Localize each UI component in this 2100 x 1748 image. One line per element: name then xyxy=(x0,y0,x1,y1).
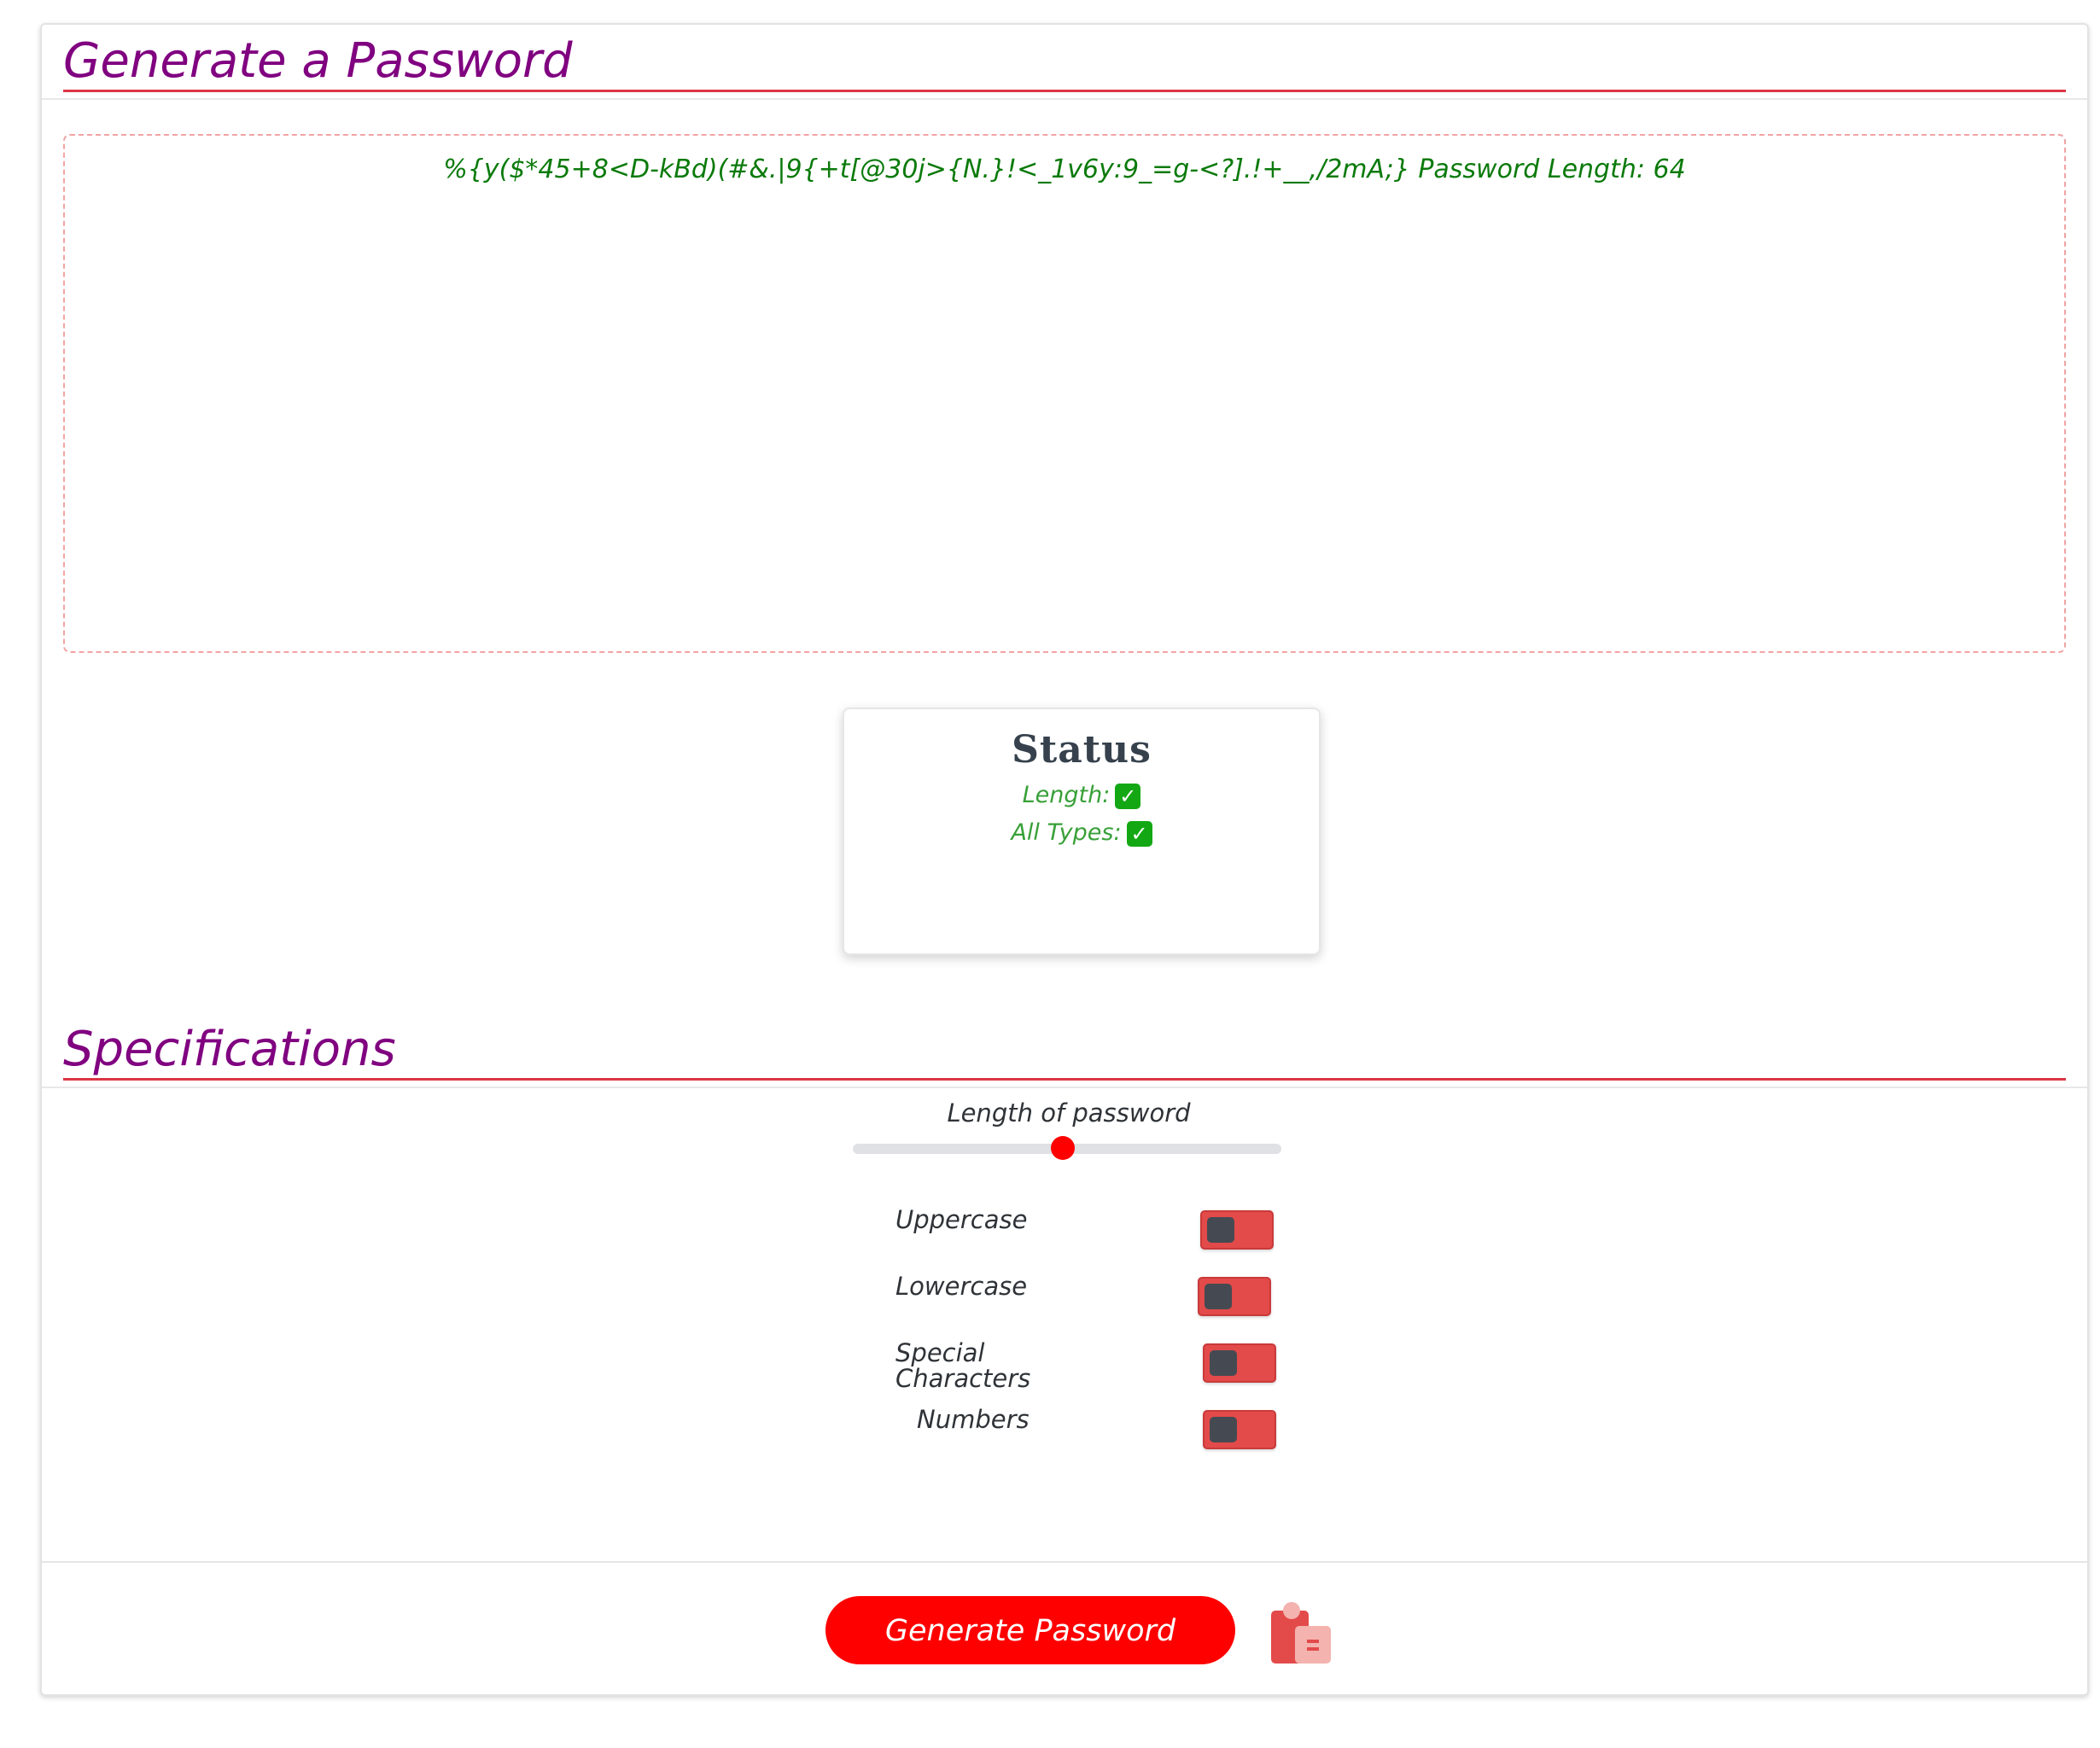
toggle-knob xyxy=(1210,1350,1237,1376)
check-icon: ✓ xyxy=(1126,820,1152,847)
status-title: Status xyxy=(1012,728,1152,772)
status-all-types-row: All Types: ✓ xyxy=(844,816,1319,850)
check-icon: ✓ xyxy=(1115,783,1141,809)
special-label-line1: Special xyxy=(895,1338,985,1367)
password-text: %{y($*45+8<D-kBd)(#&.|9{+t[@30j>{N.}!<_1… xyxy=(443,154,1686,184)
password-generator-card: Generate a Password %{y($*45+8<D-kBd)(#&… xyxy=(40,23,2089,1696)
password-output-box[interactable]: %{y($*45+8<D-kBd)(#&.|9{+t[@30j>{N.}!<_1… xyxy=(63,134,2066,653)
lowercase-label: Lowercase xyxy=(895,1272,1028,1301)
status-all-types-label: All Types: xyxy=(1011,819,1122,846)
footer-divider xyxy=(42,1561,2087,1563)
specifications-title: Specifications xyxy=(63,1022,2066,1081)
generate-header: Generate a Password xyxy=(42,25,2087,100)
uppercase-label: Uppercase xyxy=(895,1205,1028,1234)
status-length-label: Length: xyxy=(1022,782,1111,808)
toggle-knob xyxy=(1210,1417,1237,1442)
status-length-row: Length: ✓ xyxy=(844,778,1319,813)
numbers-toggle[interactable] xyxy=(1203,1410,1276,1449)
specifications-header: Specifications xyxy=(42,998,2087,1088)
length-slider-thumb[interactable] xyxy=(1051,1136,1075,1160)
length-slider-label: Length of password xyxy=(947,1098,1191,1127)
clipboard-icon[interactable] xyxy=(1269,1600,1333,1665)
special-characters-label: Special Characters xyxy=(895,1340,1030,1391)
uppercase-toggle[interactable] xyxy=(1200,1210,1274,1250)
toggle-knob xyxy=(1207,1217,1234,1243)
numbers-label: Numbers xyxy=(917,1405,1030,1434)
lowercase-toggle[interactable] xyxy=(1198,1277,1271,1316)
status-card: Status Length: ✓ All Types: ✓ xyxy=(843,708,1321,955)
page-title: Generate a Password xyxy=(63,33,2066,92)
generate-password-button[interactable]: Generate Password xyxy=(825,1596,1235,1664)
toggle-knob xyxy=(1205,1284,1232,1309)
special-label-line2: Characters xyxy=(895,1364,1031,1393)
special-characters-toggle[interactable] xyxy=(1203,1343,1276,1383)
